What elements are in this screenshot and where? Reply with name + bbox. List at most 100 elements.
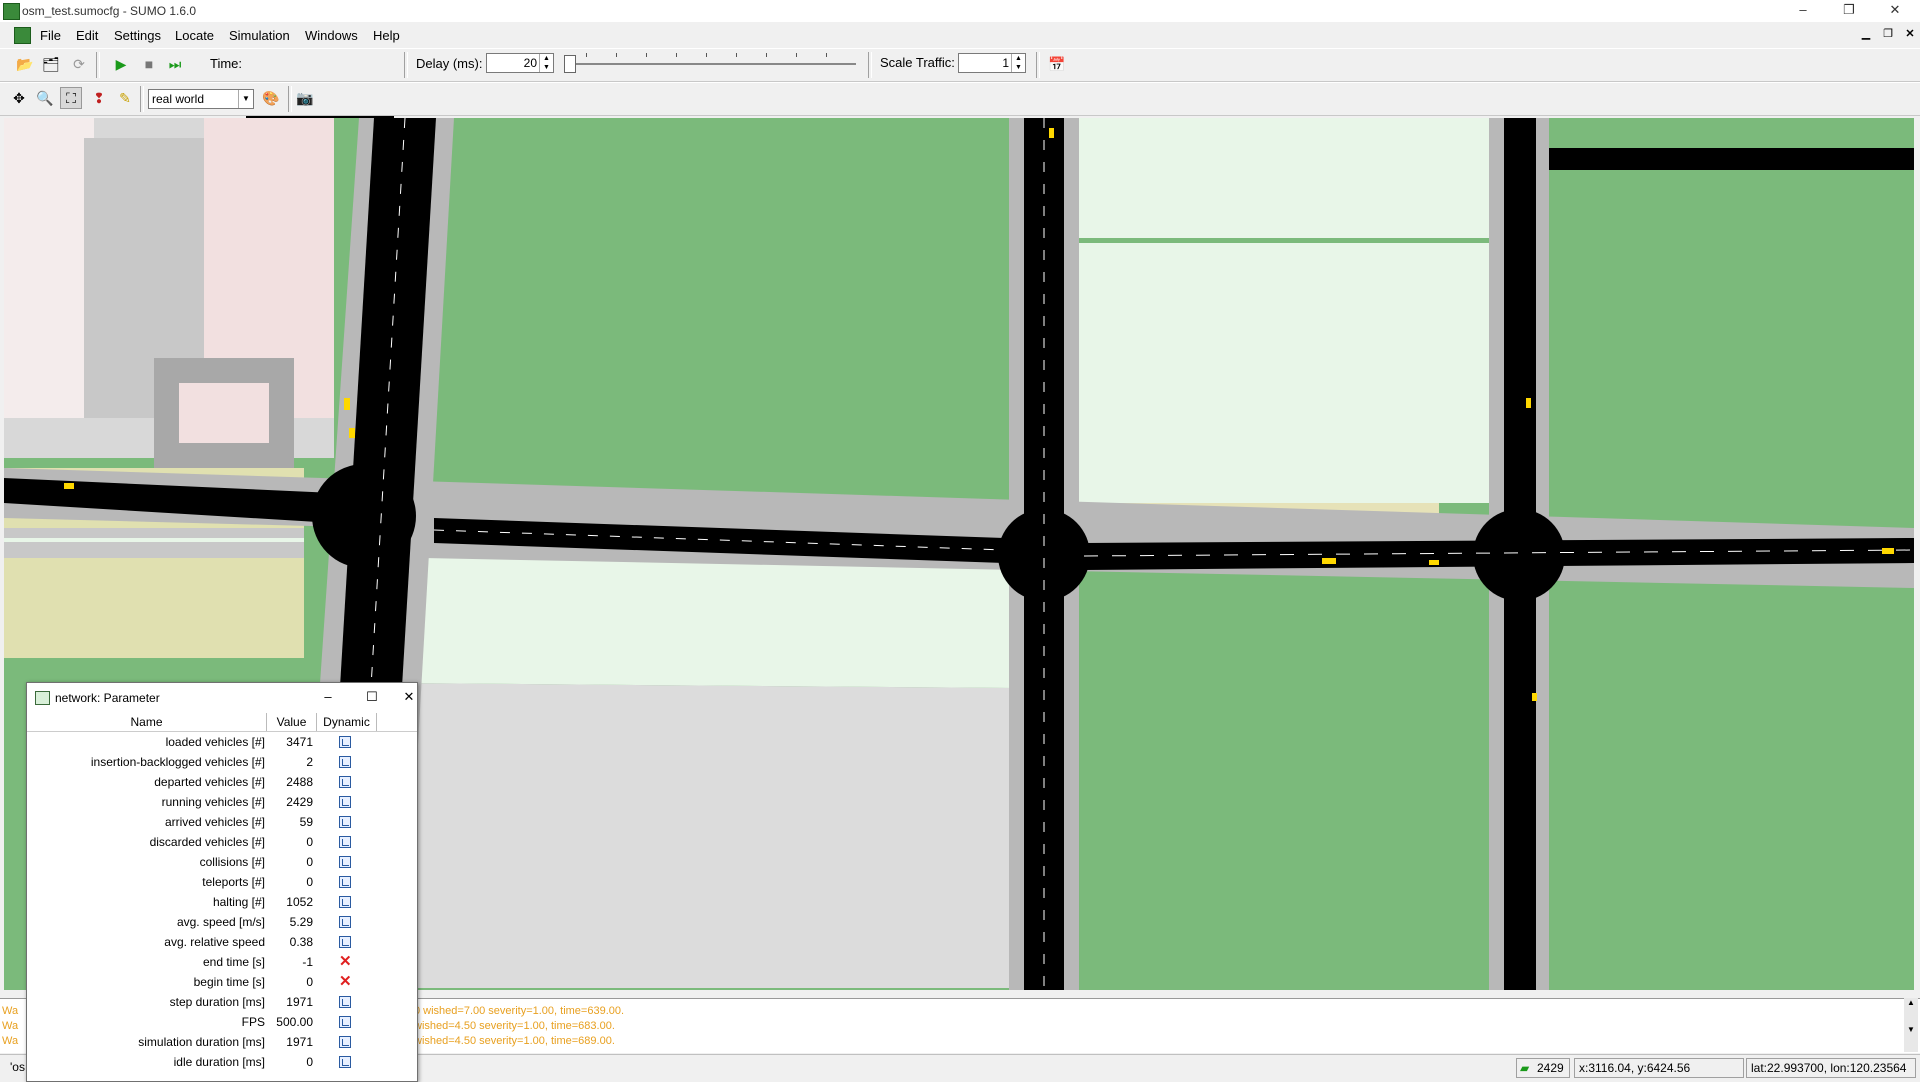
calendar-icon[interactable]: 📅 (1046, 53, 1068, 75)
table-row[interactable]: loaded vehicles [#] 3471 (27, 732, 417, 752)
table-row[interactable]: halting [#] 1052 (27, 892, 417, 912)
open-chart-icon[interactable] (339, 796, 351, 808)
parameter-name: step duration [ms] (169, 995, 265, 1009)
open-chart-icon[interactable] (339, 776, 351, 788)
dialog-close-button[interactable]: ✕ (401, 687, 417, 707)
open-chart-icon[interactable] (339, 816, 351, 828)
parameter-name: loaded vehicles [#] (165, 735, 265, 749)
color-wheel-icon[interactable]: 🎨 (260, 87, 282, 109)
play-icon[interactable]: ▶ (110, 53, 132, 75)
column-name[interactable]: Name (27, 713, 267, 731)
locate-vehicle-icon[interactable]: ❢ (88, 87, 110, 109)
menu-help[interactable]: Help (373, 28, 400, 43)
parameter-name: FPS (241, 1015, 265, 1029)
time-label: Time: (210, 56, 243, 71)
open-chart-icon[interactable] (339, 936, 351, 948)
menu-bar: File Edit Settings Locate Simulation Win… (0, 24, 1920, 46)
table-row[interactable]: avg. relative speed 0.38 (27, 932, 417, 952)
menu-settings[interactable]: Settings (114, 28, 161, 43)
mdi-restore-button[interactable]: ❐ (1880, 26, 1896, 42)
parameter-value: 500.00 (276, 1015, 313, 1029)
delay-slider-thumb[interactable] (564, 55, 576, 73)
chevron-down-icon[interactable]: ▼ (238, 90, 253, 108)
table-row[interactable]: arrived vehicles [#] 59 (27, 812, 417, 832)
column-value[interactable]: Value (267, 713, 317, 731)
table-row[interactable]: collisions [#] 0 (27, 852, 417, 872)
parameter-name: begin time [s] (193, 975, 265, 989)
locate-junction-icon[interactable]: ⛶ (60, 87, 82, 109)
delay-label: Delay (ms): (416, 56, 483, 71)
car-icon: ▰ (1520, 1061, 1530, 1075)
table-row[interactable]: step duration [ms] 1971 (27, 992, 417, 1012)
table-row[interactable]: begin time [s] 0 ✕ (27, 972, 417, 992)
table-row[interactable]: avg. speed [m/s] 5.29 (27, 912, 417, 932)
restore-button[interactable]: ❐ (1826, 0, 1872, 22)
mdi-close-button[interactable]: ✕ (1902, 26, 1918, 42)
parameter-value: 1971 (286, 1035, 313, 1049)
mdi-minimize-button[interactable]: ▁ (1858, 26, 1874, 42)
open-chart-icon[interactable] (339, 916, 351, 928)
color-scheme-select[interactable]: real world ▼ (148, 89, 254, 109)
parameter-value: 2429 (286, 795, 313, 809)
parameter-name: running vehicles [#] (161, 795, 265, 809)
title-bar: osm_test.sumocfg - SUMO 1.6.0 – ❐ ✕ (0, 0, 1920, 22)
parameter-name: end time [s] (202, 955, 265, 969)
scale-spinner-arrows[interactable]: ▲ ▼ (1011, 54, 1025, 72)
delay-spinner-arrows[interactable]: ▲ ▼ (539, 54, 553, 72)
message-scrollbar[interactable]: ▲ ▼ (1904, 998, 1918, 1052)
parameter-value: 2 (306, 755, 313, 769)
menu-simulation[interactable]: Simulation (229, 28, 290, 43)
table-row[interactable]: end time [s] -1 ✕ (27, 952, 417, 972)
table-row[interactable]: insertion-backlogged vehicles [#] 2 (27, 752, 417, 772)
open-chart-icon[interactable] (339, 736, 351, 748)
locate-poi-icon[interactable]: ✎ (114, 87, 136, 109)
parameter-value: 3471 (286, 735, 313, 749)
open-chart-icon[interactable] (339, 856, 351, 868)
table-row[interactable]: running vehicles [#] 2429 (27, 792, 417, 812)
parameter-name: discarded vehicles [#] (149, 835, 265, 849)
close-button[interactable]: ✕ (1872, 0, 1918, 22)
menu-edit[interactable]: Edit (76, 28, 98, 43)
delay-input[interactable]: 20 ▲ ▼ (486, 53, 554, 73)
delay-slider[interactable] (560, 53, 860, 77)
open-chart-icon[interactable] (339, 836, 351, 848)
dialog-maximize-button[interactable]: ☐ (357, 687, 387, 707)
step-icon[interactable]: ⏭ (164, 53, 186, 75)
table-row[interactable]: FPS 500.00 (27, 1012, 417, 1032)
open-chart-icon[interactable] (339, 896, 351, 908)
menu-windows[interactable]: Windows (305, 28, 358, 43)
open-chart-icon[interactable] (339, 1036, 351, 1048)
table-icon (35, 691, 50, 705)
open-network-icon[interactable]: 🗂 (40, 53, 62, 75)
scale-traffic-input[interactable]: 1 ▲ ▼ (958, 53, 1026, 73)
open-chart-icon[interactable] (339, 756, 351, 768)
open-folder-icon[interactable]: 📂 (14, 53, 36, 75)
table-row[interactable]: departed vehicles [#] 2488 (27, 772, 417, 792)
zoom-icon[interactable]: 🔍 (34, 87, 56, 109)
message-prefix: Wa (2, 1035, 19, 1047)
mdi-document-icon[interactable] (14, 27, 31, 44)
open-chart-icon[interactable] (339, 1056, 351, 1068)
recenter-icon[interactable]: ✥ (8, 87, 30, 109)
stop-icon[interactable]: ■ (138, 53, 160, 75)
reload-icon[interactable]: ⟳ (68, 53, 90, 75)
table-row[interactable]: idle duration [ms] 0 (27, 1052, 417, 1072)
table-row[interactable]: teleports [#] 0 (27, 872, 417, 892)
dialog-minimize-button[interactable]: – (313, 687, 343, 707)
dialog-titlebar[interactable]: network: Parameter – ☐ ✕ (27, 683, 417, 713)
menu-locate[interactable]: Locate (175, 28, 214, 43)
open-chart-icon[interactable] (339, 1016, 351, 1028)
dialog-title: network: Parameter (55, 691, 160, 705)
view-toolbar: ✥ 🔍 ⛶ ❢ ✎ real world ▼ 🎨 📷 (0, 82, 1920, 116)
menu-file[interactable]: File (40, 28, 61, 43)
camera-icon[interactable]: 📷 (294, 87, 316, 109)
table-row[interactable]: discarded vehicles [#] 0 (27, 832, 417, 852)
open-chart-icon[interactable] (339, 996, 351, 1008)
parameter-value: 5.29 (289, 915, 313, 929)
minimize-button[interactable]: – (1780, 0, 1826, 22)
open-chart-icon[interactable] (339, 876, 351, 888)
column-dynamic[interactable]: Dynamic (317, 713, 377, 731)
geo-coordinates: lat:22.993700, lon:120.23564 (1746, 1058, 1916, 1078)
parameter-name: arrived vehicles [#] (164, 815, 265, 829)
table-row[interactable]: simulation duration [ms] 1971 (27, 1032, 417, 1052)
